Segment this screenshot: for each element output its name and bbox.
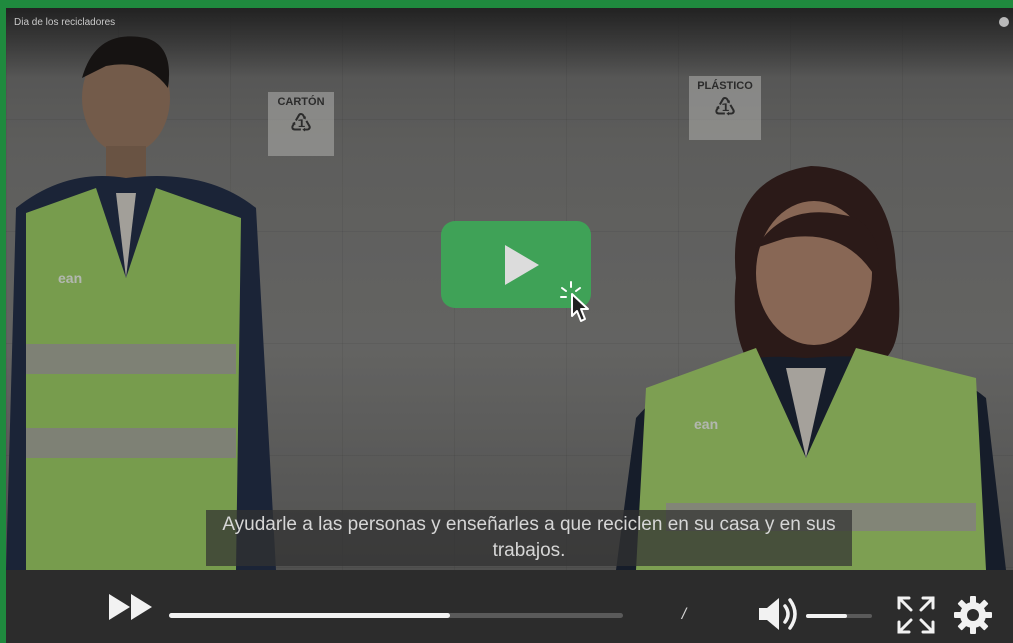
fast-forward-button[interactable] xyxy=(106,590,156,624)
close-icon[interactable] xyxy=(999,17,1009,27)
hand-pointer-icon xyxy=(560,281,589,322)
fullscreen-button[interactable] xyxy=(895,594,937,636)
video-title: Dia de los recicladores xyxy=(14,17,116,28)
volume-slider[interactable] xyxy=(806,614,872,618)
progress-fill xyxy=(169,613,451,618)
settings-button[interactable] xyxy=(952,594,994,636)
volume-fill xyxy=(806,614,847,618)
progress-bar[interactable] xyxy=(169,613,623,618)
video-frame[interactable]: CARTÓN ♳ PLÁSTICO ♳ ean ean Dia de los r… xyxy=(6,8,1013,570)
control-bar: / xyxy=(6,570,1013,643)
video-player: CARTÓN ♳ PLÁSTICO ♳ ean ean Dia de los r… xyxy=(6,8,1013,643)
volume-button[interactable] xyxy=(755,594,801,634)
subtitle-caption: Ayudarle a las personas y enseñarles a q… xyxy=(206,510,852,566)
fast-forward-icon xyxy=(109,594,130,620)
play-icon xyxy=(505,245,539,285)
volume-icon xyxy=(759,598,779,630)
fullscreen-icon xyxy=(897,596,935,634)
gear-icon xyxy=(954,596,992,634)
time-display: / xyxy=(681,606,687,623)
